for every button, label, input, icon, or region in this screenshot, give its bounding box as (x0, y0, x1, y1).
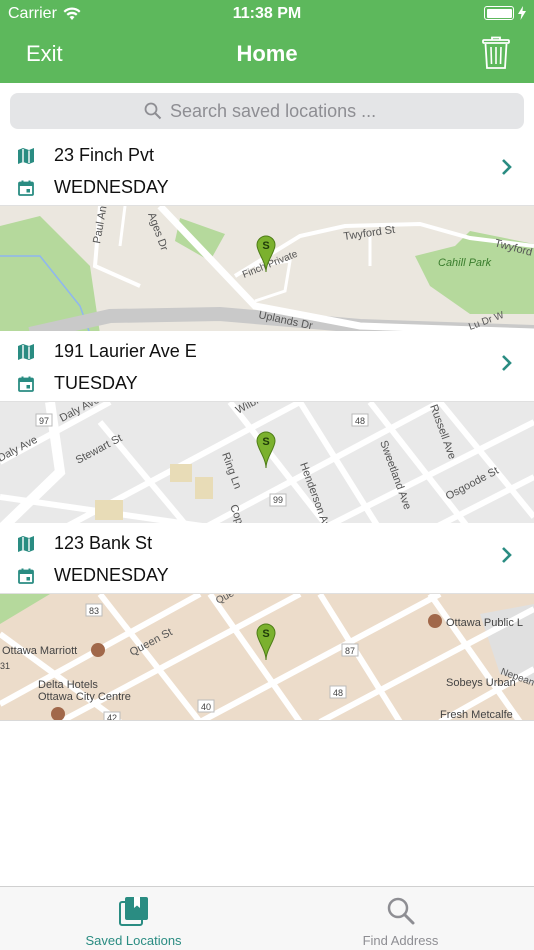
location-info[interactable]: 191 Laurier Ave E TUESDAY (0, 331, 534, 401)
chevron-right-icon[interactable] (500, 157, 514, 177)
map-label: 42 (107, 713, 117, 721)
chevron-right-icon[interactable] (500, 545, 514, 565)
tab-bar: Saved Locations Find Address (0, 886, 534, 950)
map-label: 48 (333, 688, 343, 698)
clock: 11:38 PM (232, 5, 302, 22)
charging-icon (518, 6, 526, 20)
calendar-icon (18, 376, 34, 392)
calendar-icon (18, 568, 34, 584)
map-label: 83 (89, 606, 99, 616)
location-name: 23 Finch Pvt (54, 145, 155, 165)
exit-button[interactable]: Exit (26, 41, 63, 67)
location-name: 191 Laurier Ave E (54, 341, 197, 361)
map-label: 31 (0, 661, 10, 671)
map-preview[interactable]: Paul Anka Dr Ages Dr Twyford St Twyford … (0, 205, 534, 333)
calendar-icon (18, 180, 34, 196)
tab-label: Find Address (362, 933, 439, 948)
battery-icon (484, 6, 514, 20)
tab-label: Saved Locations (85, 933, 182, 948)
map-preview[interactable]: 83 Queen St Ottawa Marriott Delta Hotels… (0, 593, 534, 721)
map-label: Ottawa Public L (446, 617, 523, 629)
battery (484, 6, 526, 20)
map-label: Delta Hotels (38, 679, 98, 691)
chevron-right-icon[interactable] (500, 353, 514, 373)
map-label: 87 (345, 646, 355, 656)
map-label: 40 (201, 702, 211, 712)
location-day: TUESDAY (54, 373, 138, 393)
location-card[interactable]: 123 Bank St WEDNESDAY 83 Queen St Ottawa… (0, 523, 534, 721)
map-preview[interactable]: 97 Daly Ave Daly Ave Stewart St Wilbrod … (0, 401, 534, 529)
trash-icon[interactable] (482, 36, 510, 70)
tab-saved-locations[interactable]: Saved Locations (0, 887, 267, 950)
page-title: Home (236, 41, 298, 66)
search-icon (387, 897, 415, 925)
map-label: Fresh Metcalfe (440, 709, 513, 721)
map-label: Ottawa City Centre (38, 691, 131, 703)
location-day: WEDNESDAY (54, 177, 169, 197)
location-card[interactable]: 191 Laurier Ave E TUESDAY 97 Daly Ave Da… (0, 331, 534, 529)
search-icon (144, 102, 162, 120)
map-label: 99 (273, 495, 283, 505)
map-label: 97 (39, 416, 49, 426)
search-bar (0, 83, 534, 135)
map-label: Cahill Park (438, 257, 492, 269)
map-icon (18, 147, 34, 164)
marker-label: S (262, 628, 269, 640)
app-root: Carrier 11:38 PM Exit Home Search saved … (0, 0, 534, 950)
location-card[interactable]: 23 Finch Pvt WEDNESDAY Paul Anka Dr Ages… (0, 135, 534, 333)
map-label: Ottawa Marriott (2, 645, 77, 657)
header: Carrier 11:38 PM Exit Home (0, 0, 534, 83)
marker-label: S (262, 240, 269, 252)
location-info[interactable]: 23 Finch Pvt WEDNESDAY (0, 135, 534, 205)
map-icon (18, 535, 34, 552)
tab-find-address[interactable]: Find Address (267, 887, 534, 950)
location-info[interactable]: 123 Bank St WEDNESDAY (0, 523, 534, 593)
map-icon (18, 343, 34, 360)
map-label: 48 (355, 416, 365, 426)
location-name: 123 Bank St (54, 533, 153, 553)
saved-locations-icon (119, 897, 148, 926)
location-day: WEDNESDAY (54, 565, 169, 585)
search-field[interactable] (10, 93, 524, 129)
status-bar: Carrier 11:38 PM (0, 0, 534, 28)
search-input[interactable] (170, 100, 390, 122)
nav-bar: Exit Home (0, 28, 534, 83)
marker-label: S (262, 436, 269, 448)
